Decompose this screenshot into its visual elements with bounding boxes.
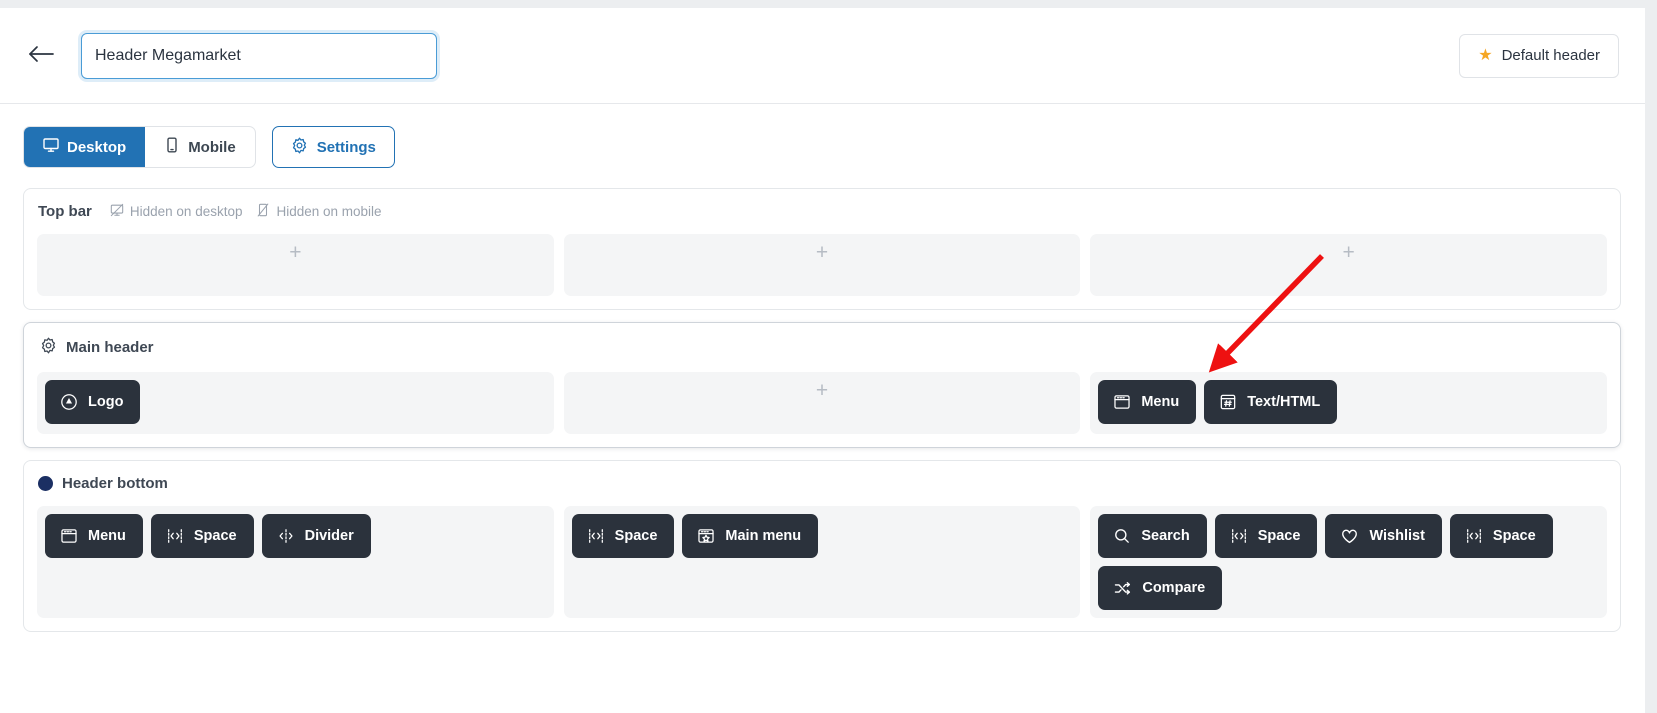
badge-hidden-on-desktop-label: Hidden on desktop — [129, 204, 243, 219]
smartphone-icon — [164, 137, 180, 157]
widget-wishlist-label: Wishlist — [1369, 528, 1425, 544]
window-menu-icon — [1113, 393, 1131, 411]
widget-menu[interactable]: Menu — [1098, 380, 1197, 424]
page-titlebar: ★ Default header — [0, 8, 1645, 104]
widget-menu[interactable]: Menu — [45, 514, 143, 558]
arrow-left-icon — [28, 45, 54, 67]
monitor-off-icon — [110, 203, 124, 220]
widget-menu-label: Menu — [1141, 394, 1180, 410]
section-main-header-title: Main header — [66, 339, 154, 356]
space-icon — [1465, 527, 1483, 545]
drop-zone[interactable]: Menu Space Divider — [37, 506, 554, 618]
default-header-label: Default header — [1501, 47, 1600, 64]
add-widget-icon[interactable]: + — [816, 242, 828, 263]
widget-space[interactable]: Space — [150, 514, 254, 558]
drop-zone[interactable]: + — [37, 234, 554, 296]
section-main-header-columns: Logo + Menu Text/HTML — [24, 364, 1620, 447]
tab-mobile-label: Mobile — [188, 138, 236, 156]
space-icon — [1230, 527, 1248, 545]
badge-hidden-on-mobile: Hidden on mobile — [256, 203, 382, 220]
drop-zone[interactable]: + — [1090, 234, 1608, 296]
section-top-bar-head: Top bar Hidden on desktop Hidden on mobi… — [24, 189, 1620, 226]
widget-space[interactable]: Space — [1449, 514, 1553, 558]
back-button[interactable] — [24, 39, 58, 73]
widget-wishlist[interactable]: Wishlist — [1325, 514, 1442, 558]
section-main-header-head: Main header — [24, 323, 1620, 364]
header-name-input[interactable] — [81, 32, 437, 79]
badge-hidden-on-desktop: Hidden on desktop — [110, 203, 243, 220]
gear-icon — [40, 337, 57, 358]
widget-main-menu[interactable]: Main menu — [682, 514, 819, 558]
section-header-bottom-head: Header bottom — [24, 461, 1620, 498]
section-header-bottom[interactable]: Header bottom Menu Space Divider Space M… — [23, 460, 1621, 632]
settings-button[interactable]: Settings — [271, 126, 395, 168]
add-widget-icon[interactable]: + — [289, 242, 301, 263]
widget-search-label: Search — [1141, 528, 1190, 544]
navy-dot-icon — [38, 476, 53, 491]
builder-sections: Top bar Hidden on desktop Hidden on mobi… — [0, 188, 1645, 632]
tab-mobile[interactable]: Mobile — [145, 127, 255, 167]
widget-space-label: Space — [614, 528, 658, 544]
widget-text-html[interactable]: Text/HTML — [1204, 380, 1338, 424]
settings-label: Settings — [316, 138, 376, 156]
widget-logo[interactable]: Logo — [45, 380, 141, 424]
smartphone-off-icon — [256, 203, 270, 220]
logo-icon — [60, 393, 78, 411]
view-toolbar: Desktop Mobile Settings — [0, 104, 1645, 188]
widget-text-html-label: Text/HTML — [1247, 394, 1321, 410]
widget-space-label: Space — [1257, 528, 1301, 544]
badge-hidden-on-mobile-label: Hidden on mobile — [276, 204, 382, 219]
monitor-icon — [43, 137, 59, 157]
default-header-button[interactable]: ★ Default header — [1459, 33, 1619, 78]
gear-icon — [291, 137, 308, 158]
visibility-badges: Hidden on desktop Hidden on mobile — [110, 203, 382, 220]
divider-icon — [277, 527, 295, 545]
widget-space-label: Space — [193, 528, 237, 544]
widget-logo-label: Logo — [88, 394, 124, 410]
widget-compare[interactable]: Compare — [1098, 566, 1223, 610]
drop-zone[interactable]: + — [563, 372, 1081, 434]
section-top-bar[interactable]: Top bar Hidden on desktop Hidden on mobi… — [23, 188, 1621, 310]
heart-icon — [1340, 527, 1359, 546]
widget-search[interactable]: Search — [1098, 514, 1207, 558]
widget-space-label: Space — [1492, 528, 1536, 544]
section-top-bar-title: Top bar — [38, 203, 92, 220]
section-header-bottom-title: Header bottom — [62, 475, 168, 492]
search-icon — [1113, 527, 1131, 545]
widget-menu-label: Menu — [88, 528, 126, 544]
header-builder-page: ★ Default header Desktop Mobile — [0, 8, 1645, 713]
drop-zone[interactable]: + — [563, 234, 1081, 296]
drop-zone[interactable]: Search Space Wishlist Space Compare — [1090, 506, 1608, 618]
main-menu-icon — [697, 527, 715, 545]
widget-main-menu-label: Main menu — [725, 528, 802, 544]
widget-space[interactable]: Space — [571, 514, 675, 558]
text-html-icon — [1219, 393, 1237, 411]
tab-desktop[interactable]: Desktop — [24, 127, 146, 167]
space-icon — [166, 527, 184, 545]
section-main-header[interactable]: Main header Logo + Menu Text/HTML — [23, 322, 1621, 448]
section-header-bottom-columns: Menu Space Divider Space Main menu Searc… — [24, 498, 1620, 631]
star-icon: ★ — [1478, 46, 1493, 64]
drop-zone[interactable]: Space Main menu — [563, 506, 1081, 618]
widget-compare-label: Compare — [1142, 580, 1206, 596]
section-top-bar-columns: + + + — [24, 226, 1620, 309]
window-menu-icon — [60, 527, 78, 545]
compare-icon — [1113, 579, 1132, 598]
widget-divider-label: Divider — [304, 528, 354, 544]
device-segmented-control: Desktop Mobile — [23, 126, 256, 168]
widget-divider[interactable]: Divider — [261, 514, 371, 558]
drop-zone[interactable]: Menu Text/HTML — [1090, 372, 1608, 434]
space-icon — [587, 527, 605, 545]
add-widget-icon[interactable]: + — [1343, 242, 1355, 263]
widget-space[interactable]: Space — [1214, 514, 1318, 558]
drop-zone[interactable]: Logo — [37, 372, 554, 434]
add-widget-icon[interactable]: + — [816, 380, 828, 401]
tab-desktop-label: Desktop — [67, 138, 127, 156]
